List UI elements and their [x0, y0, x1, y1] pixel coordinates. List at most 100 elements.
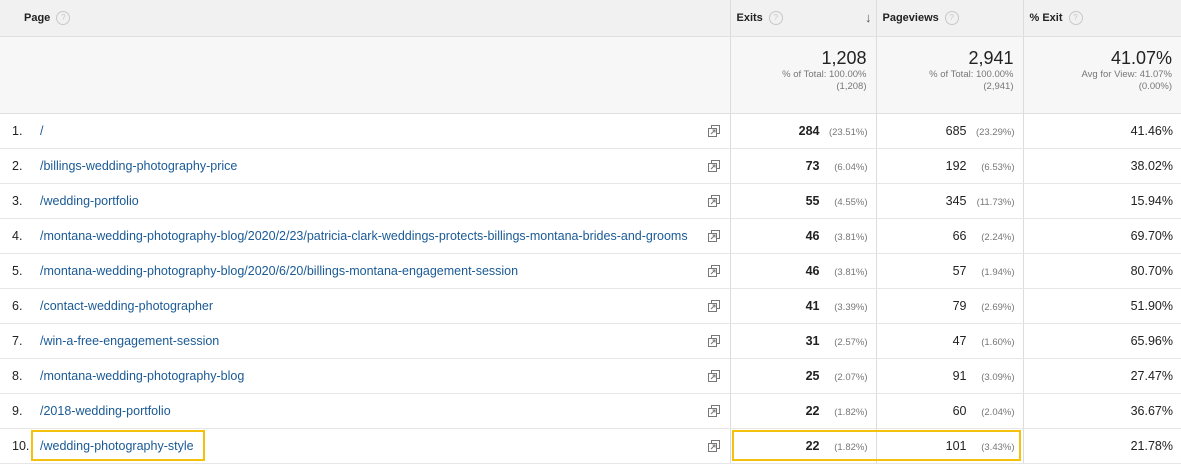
page-link[interactable]: /montana-wedding-photography-blog [40, 369, 692, 383]
pct-exit-value: 21.78% [1130, 439, 1173, 453]
pageviews-percent: (3.09%) [981, 372, 1015, 383]
exits-percent: (2.07%) [834, 372, 868, 383]
pageviews-cell: 47 (1.60%) [875, 323, 1023, 359]
open-in-new-window-icon[interactable] [707, 265, 720, 277]
page-cell: 2. /billings-wedding-photography-price [0, 148, 730, 184]
help-icon[interactable]: ? [1068, 11, 1083, 25]
sort-descending-icon[interactable]: ↓ [865, 10, 872, 25]
pageviews-value: 91 [952, 369, 967, 383]
table-row: 5. /montana-wedding-photography-blog/202… [0, 253, 1181, 289]
totals-page-cell [0, 36, 730, 114]
pageviews-percent: (3.43%) [981, 442, 1015, 453]
page-link[interactable]: /2018-wedding-portfolio [40, 404, 692, 418]
totals-row: 1,208 % of Total: 100.00% (1,208) 2,941 … [0, 36, 1181, 114]
page-column-header[interactable]: Page? [0, 0, 730, 37]
pageviews-percent: (11.73%) [976, 197, 1015, 208]
pageviews-value: 66 [952, 229, 967, 243]
pct-exit-value: 36.67% [1130, 404, 1173, 418]
exits-percent: (1.82%) [834, 407, 868, 418]
page-link[interactable]: / [40, 124, 692, 138]
table-row: 3. /wedding-portfolio 55 (4.55%) 345 (11.7… [0, 183, 1181, 219]
page-header-label: Page [24, 11, 51, 24]
exits-value: 22 [805, 439, 820, 453]
pct-exit-cell: 80.70% [1022, 253, 1181, 289]
pageviews-percent: (23.29%) [975, 127, 1015, 138]
exits-value: 284 [798, 124, 820, 138]
page-link[interactable]: /win-a-free-engagement-session [40, 334, 692, 348]
exits-cell: 41 (3.39%) [729, 288, 876, 324]
help-icon[interactable]: ? [944, 11, 959, 25]
page-cell: 4. /montana-wedding-photography-blog/202… [0, 218, 730, 254]
open-in-new-window-icon[interactable] [707, 195, 720, 207]
exits-column-header[interactable]: Exits? ↓ [729, 0, 876, 37]
open-in-new-window-icon[interactable] [707, 230, 720, 242]
pct-exit-cell: 38.02% [1022, 148, 1181, 184]
exits-value: 31 [805, 334, 820, 348]
pct-exit-cell: 41.46% [1022, 113, 1181, 149]
table-row: 6. /contact-wedding-photographer 41 (3.39… [0, 288, 1181, 324]
exits-percent: (6.04%) [834, 162, 868, 173]
exits-value: 46 [805, 229, 820, 243]
exits-percent: (1.82%) [834, 442, 868, 453]
open-in-new-window-icon[interactable] [707, 125, 720, 137]
pageviews-cell: 79 (2.69%) [875, 288, 1023, 324]
pageviews-percent: (1.94%) [981, 267, 1015, 278]
pageviews-value: 345 [945, 194, 967, 208]
row-index: 2. [12, 159, 23, 173]
page-link[interactable]: /billings-wedding-photography-price [40, 159, 692, 173]
open-in-new-window-icon[interactable] [707, 440, 720, 452]
pageviews-percent: (6.53%) [981, 162, 1015, 173]
open-in-new-window-icon[interactable] [707, 370, 720, 382]
pageviews-value: 685 [945, 124, 967, 138]
help-icon[interactable]: ? [768, 11, 783, 25]
page-link[interactable]: /montana-wedding-photography-blog/2020/6… [40, 264, 692, 278]
table-row: 2. /billings-wedding-photography-price 7… [0, 148, 1181, 184]
page-link[interactable]: /contact-wedding-photographer [40, 299, 692, 313]
page-link[interactable]: /montana-wedding-photography-blog/2020/2… [40, 229, 692, 243]
open-in-new-window-icon[interactable] [707, 160, 720, 172]
table-row: 10. /wedding-photography-style 22 (1.82%)… [0, 428, 1181, 464]
exits-cell: 25 (2.07%) [729, 358, 876, 394]
open-in-new-window-icon[interactable] [707, 300, 720, 312]
pct-exit-cell: 65.96% [1022, 323, 1181, 359]
row-index: 4. [12, 229, 23, 243]
pct-exit-header-label: % Exit [1029, 11, 1063, 24]
totals-pageviews-percent: % of Total: 100.00% [929, 69, 1014, 80]
row-index: 8. [12, 369, 23, 383]
table-row: 4. /montana-wedding-photography-blog/202… [0, 218, 1181, 254]
pageviews-cell: 685 (23.29%) [875, 113, 1023, 149]
pct-exit-value: 69.70% [1130, 229, 1173, 243]
pageviews-cell: 60 (2.04%) [875, 393, 1023, 429]
pct-exit-value: 15.94% [1130, 194, 1173, 208]
totals-exits-value: 1,208 [821, 48, 867, 68]
exits-value: 55 [805, 194, 820, 208]
exits-cell: 46 (3.81%) [729, 253, 876, 289]
open-in-new-window-icon[interactable] [707, 335, 720, 347]
pct-exit-column-header[interactable]: % Exit? [1022, 0, 1181, 37]
totals-exits-percent: % of Total: 100.00% [782, 69, 867, 80]
page-link[interactable]: /wedding-photography-style [40, 439, 692, 453]
pct-exit-cell: 15.94% [1022, 183, 1181, 219]
pageviews-cell: 66 (2.24%) [875, 218, 1023, 254]
exits-cell: 46 (3.81%) [729, 218, 876, 254]
totals-exits: 1,208 % of Total: 100.00% (1,208) [729, 36, 876, 114]
exits-cell: 31 (2.57%) [729, 323, 876, 359]
page-cell: 3. /wedding-portfolio [0, 183, 730, 219]
pageviews-column-header[interactable]: Pageviews? [875, 0, 1023, 37]
exits-cell: 73 (6.04%) [729, 148, 876, 184]
page-cell: 1. / [0, 113, 730, 149]
table-row: 9. /2018-wedding-portfolio 22 (1.82%) 60 (… [0, 393, 1181, 429]
exits-percent: (2.57%) [834, 337, 868, 348]
table-row: 1. / 284 (23.51%) 685 (23.29%) 41.46% [0, 113, 1181, 149]
pageviews-cell: 101 (3.43%) [875, 428, 1023, 464]
pct-exit-value: 27.47% [1130, 369, 1173, 383]
open-in-new-window-icon[interactable] [707, 405, 720, 417]
exits-value: 25 [805, 369, 820, 383]
pageviews-cell: 57 (1.94%) [875, 253, 1023, 289]
page-link[interactable]: /wedding-portfolio [40, 194, 692, 208]
help-icon[interactable]: ? [56, 11, 71, 25]
header-row: Page? Exits? ↓ Pageviews? % Exit? [0, 0, 1181, 37]
exits-percent: (4.55%) [834, 197, 868, 208]
pct-exit-value: 51.90% [1130, 299, 1173, 313]
pct-exit-cell: 27.47% [1022, 358, 1181, 394]
